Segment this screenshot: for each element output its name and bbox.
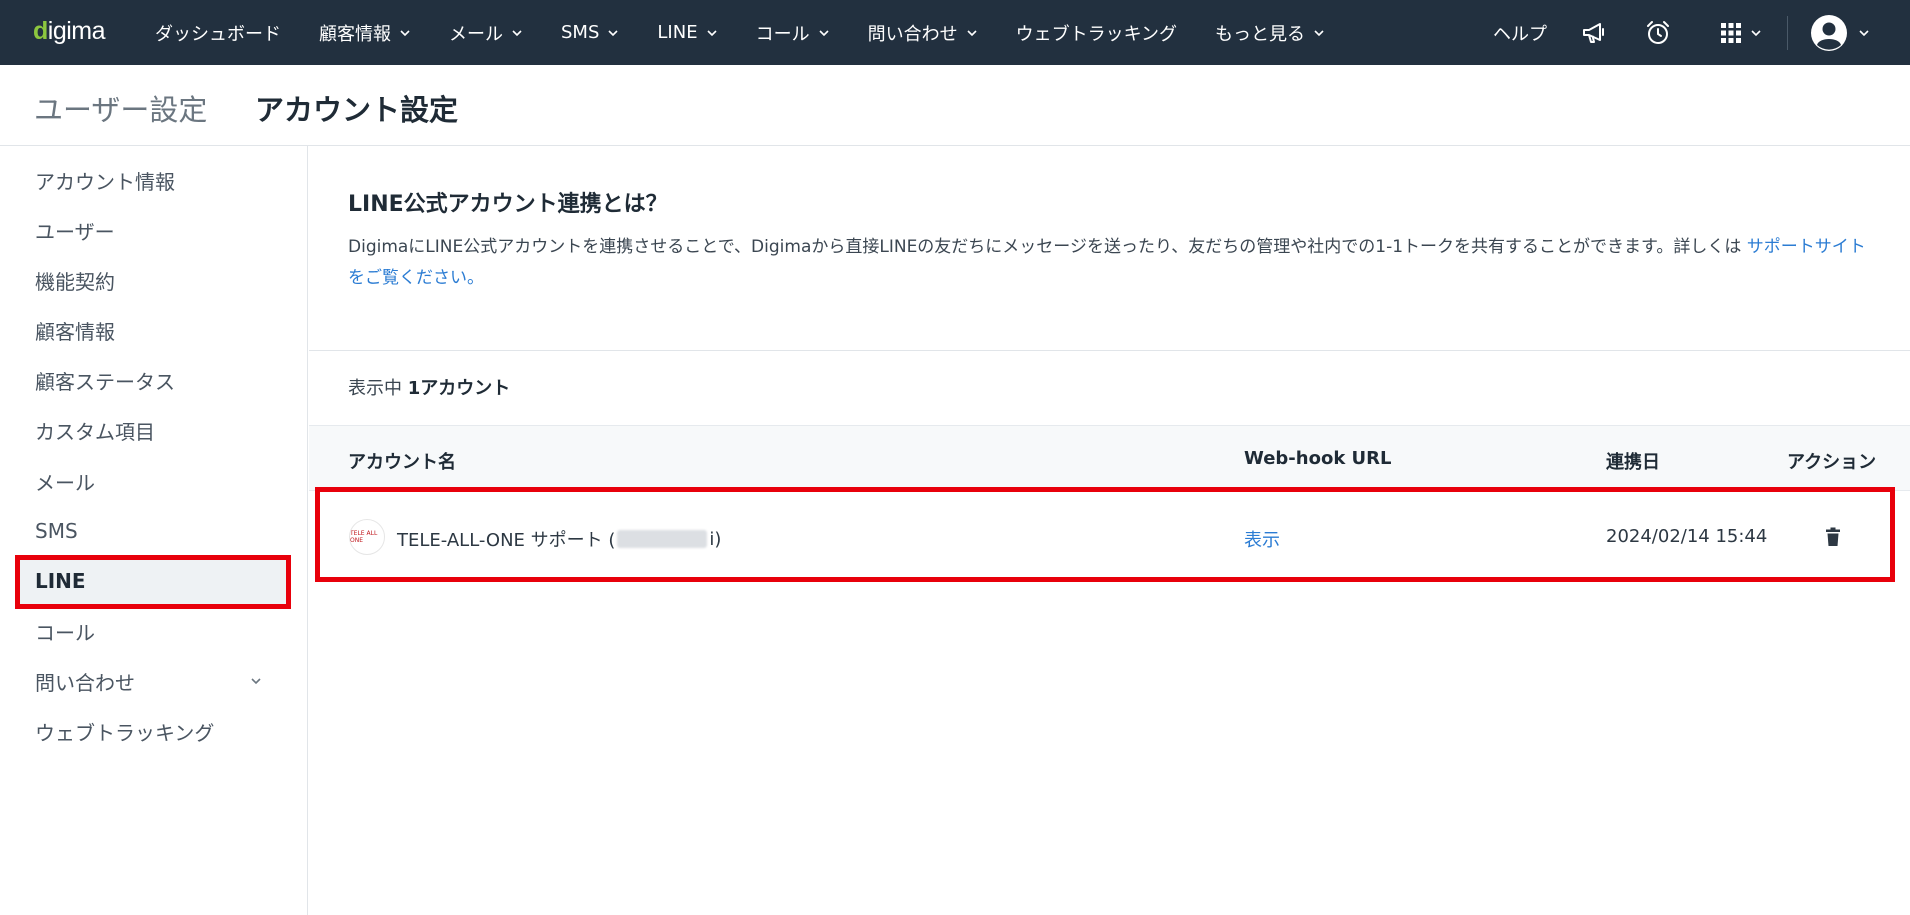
chevron-down-icon [707, 29, 717, 36]
chevron-down-icon [512, 29, 522, 36]
sidebar-item-custom-fields[interactable]: カスタム項目 [16, 406, 288, 454]
column-header-action: アクション [1787, 452, 1877, 473]
page-title: アカウント設定 [255, 93, 459, 127]
redacted-text [617, 530, 708, 548]
apps-grid-icon [1721, 22, 1741, 43]
help-link[interactable]: ヘルプ [1493, 20, 1547, 46]
breadcrumb-user-settings[interactable]: ユーザー設定 [34, 87, 207, 129]
chevron-down-icon [1314, 29, 1324, 36]
logo-text: igima [47, 16, 106, 45]
info-description: DigimaにLINE公式アカウントを連携させることで、Digimaから直接LI… [348, 232, 1868, 294]
nav-item-web-tracking[interactable]: ウェブトラッキング [1016, 0, 1177, 65]
chevron-down-icon [819, 29, 829, 36]
nav-item-label: 問い合わせ [867, 23, 958, 45]
sidebar-item-web-tracking[interactable]: ウェブトラッキング [16, 707, 288, 755]
sidebar-item-label: カスタム項目 [35, 419, 155, 444]
sidebar-item-label: アカウント情報 [35, 169, 175, 194]
sidebar-item-label: ウェブトラッキング [35, 720, 215, 745]
settings-sidebar: アカウント情報 ユーザー 機能契約 顧客情報 顧客ステータス カスタム項目 メー… [0, 146, 308, 915]
account-avatar: TELE ALL ONE [349, 519, 385, 555]
nav-item-customers[interactable]: 顧客情報 [319, 0, 411, 65]
sidebar-item-sms[interactable]: SMS [16, 507, 288, 555]
sidebar-item-inquiry[interactable]: 問い合わせ [16, 657, 288, 705]
linked-date: 2024/02/14 15:44 [1606, 526, 1768, 547]
webhook-show-link[interactable]: 表示 [1244, 526, 1280, 552]
nav-item-more[interactable]: もっと見る [1215, 0, 1325, 65]
nav-item-label: もっと見る [1215, 23, 1306, 45]
nav-item-label: コール [755, 23, 810, 45]
nav-right-tools: ヘルプ [1493, 0, 1910, 65]
sidebar-item-feature-contract[interactable]: 機能契約 [16, 256, 288, 304]
table-header: アカウント名 Web-hook URL 連携日 アクション [309, 425, 1910, 491]
info-title: LINE公式アカウント連携とは？ [348, 192, 668, 217]
info-description-text: DigimaにLINE公式アカウントを連携させることで、Digimaから直接LI… [348, 237, 1747, 257]
chevron-down-icon [1751, 29, 1761, 36]
sidebar-item-account-info[interactable]: アカウント情報 [16, 156, 288, 204]
column-header-webhook-url: Web-hook URL [1244, 448, 1392, 469]
nav-item-sms[interactable]: SMS [561, 0, 619, 65]
announcement-button[interactable] [1577, 0, 1611, 65]
nav-item-label: メール [449, 23, 503, 45]
main-content: LINE公式アカウント連携とは？ DigimaにLINE公式アカウントを連携させ… [309, 146, 1910, 915]
nav-item-mail[interactable]: メール [449, 0, 523, 65]
account-count: 表示中 1アカウント [348, 374, 510, 400]
table-row: TELE ALL ONE TELE-ALL-ONE サポート ( i) 表示 20… [309, 491, 1910, 581]
sidebar-item-line[interactable]: LINE [16, 557, 288, 605]
sidebar-item-label: 機能契約 [35, 269, 115, 294]
sidebar-item-customer-status[interactable]: 顧客ステータス [16, 356, 288, 404]
count-value: 1アカウント [407, 378, 511, 399]
apps-menu-button[interactable] [1715, 0, 1767, 65]
chevron-down-icon [608, 29, 618, 36]
sidebar-item-label: 問い合わせ [35, 670, 135, 695]
nav-item-call[interactable]: コール [756, 0, 830, 65]
count-prefix: 表示中 [348, 378, 402, 399]
sidebar-item-users[interactable]: ユーザー [16, 206, 288, 254]
nav-item-dashboard[interactable]: ダッシュボード [155, 0, 281, 65]
account-name-suffix: i) [709, 528, 722, 550]
user-avatar-icon [1811, 14, 1847, 51]
logo-mark: d [33, 16, 48, 45]
chevron-down-icon [967, 29, 977, 36]
sidebar-item-label: 顧客情報 [35, 319, 115, 344]
account-name-prefix: TELE-ALL-ONE サポート ( [397, 530, 616, 551]
sidebar-item-label: 顧客ステータス [35, 369, 175, 394]
section-divider [309, 350, 1910, 351]
column-header-account-name: アカウント名 [348, 452, 456, 473]
top-navbar: d igima ダッシュボード 顧客情報 メール SMS LINE コール 問い合… [0, 0, 1910, 65]
nav-item-label: ウェブトラッキング [1015, 23, 1178, 45]
sidebar-item-label: ユーザー [35, 219, 115, 244]
megaphone-icon [1583, 22, 1604, 43]
nav-item-label: 顧客情報 [319, 23, 391, 45]
sidebar-item-label: LINE [35, 569, 86, 593]
user-menu-button[interactable] [1808, 0, 1872, 65]
column-header-linked-date: 連携日 [1606, 452, 1660, 473]
nav-item-line[interactable]: LINE [657, 0, 717, 65]
avatar-logo-text: TELE ALL ONE [350, 530, 378, 544]
sidebar-item-label: メール [35, 470, 95, 495]
trash-icon[interactable] [1824, 527, 1842, 547]
nav-item-inquiry[interactable]: 問い合わせ [868, 0, 978, 65]
sidebar-item-label: コール [35, 620, 95, 645]
chevron-down-icon [1859, 29, 1869, 36]
nav-menu: ダッシュボード 顧客情報 メール SMS LINE コール 問い合わせ ウェブト… [155, 0, 1325, 65]
nav-divider [1787, 15, 1788, 50]
sidebar-item-label: SMS [35, 519, 78, 543]
chevron-down-icon [400, 29, 410, 36]
chevron-down-icon [251, 678, 261, 685]
digima-logo[interactable]: d igima [33, 14, 106, 48]
nav-item-label: LINE [657, 22, 698, 43]
reminder-button[interactable] [1641, 0, 1675, 65]
sidebar-item-call[interactable]: コール [16, 607, 288, 655]
nav-item-label: ダッシュボード [155, 23, 281, 45]
sidebar-item-mail[interactable]: メール [16, 457, 288, 505]
account-name: TELE-ALL-ONE サポート ( i) [397, 526, 721, 552]
nav-item-label: SMS [561, 22, 600, 43]
alarm-clock-icon [1647, 20, 1669, 44]
page-header: ユーザー設定 アカウント設定 [0, 65, 1910, 146]
sidebar-item-customer-info[interactable]: 顧客情報 [16, 306, 288, 354]
